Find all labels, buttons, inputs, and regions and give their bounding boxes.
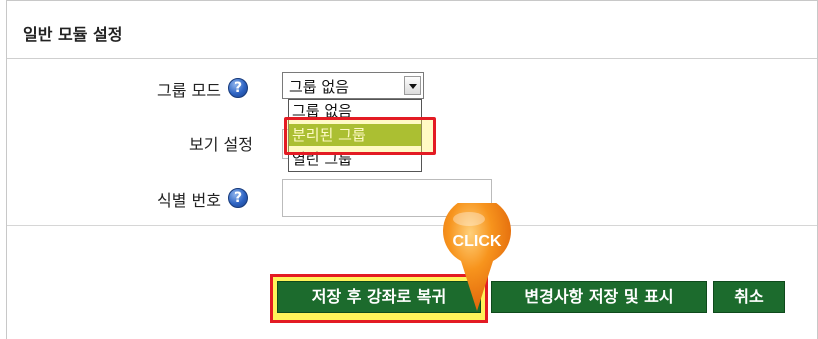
visibility-label: 보기 설정: [189, 135, 253, 154]
cancel-button[interactable]: 취소: [713, 281, 785, 313]
option-highlight-annotation: [284, 117, 436, 155]
module-settings-panel: 일반 모듈 설정 그룹 모드 ? 그룹 없음 보기 설정 그룹 없음 분리된 그…: [6, 0, 818, 339]
group-mode-select-value: 그룹 없음: [289, 78, 349, 96]
section-title: 일반 모듈 설정: [23, 25, 123, 44]
save-and-display-button[interactable]: 변경사항 저장 및 표시: [491, 281, 707, 313]
help-icon[interactable]: ?: [228, 78, 248, 98]
section-header[interactable]: 일반 모듈 설정: [7, 1, 817, 59]
group-mode-select[interactable]: 그룹 없음: [282, 72, 424, 99]
click-label: CLICK: [453, 233, 502, 250]
dropdown-arrow-icon[interactable]: [404, 76, 421, 95]
group-mode-label: 그룹 모드: [157, 81, 221, 100]
help-icon[interactable]: ?: [228, 188, 248, 208]
click-pointer-icon: CLICK: [443, 203, 511, 311]
form-divider: [7, 225, 817, 226]
id-number-label: 식별 번호: [157, 191, 221, 210]
